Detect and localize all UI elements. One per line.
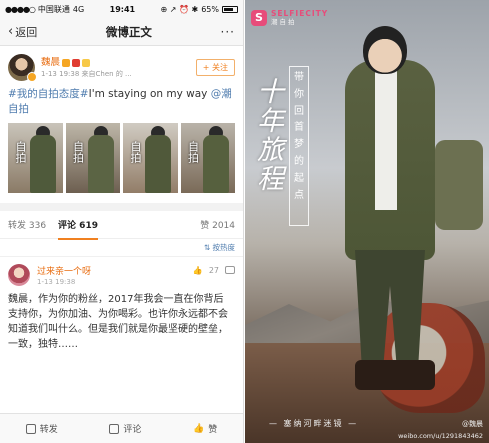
rusty-wreck (375, 303, 485, 413)
slogan-text: 带你回首梦的起点 (294, 72, 304, 201)
comment-button[interactable]: 评论 (109, 422, 141, 435)
thumbs-up-icon[interactable]: 👍 (193, 266, 203, 275)
comment-item: 过来亲一个呀 1-13 19:38 👍 27 魏晨，作为你的粉丝，2017年我会… (0, 257, 243, 354)
verified-icon (27, 72, 37, 82)
carrier-label: 中国联通 (37, 4, 70, 14)
network-label: 4G (72, 4, 85, 14)
repost-label: 转发 (39, 425, 58, 435)
tab-repost[interactable]: 转发 336 (8, 218, 46, 231)
share-icon (25, 423, 36, 434)
repost-button[interactable]: 转发 (25, 422, 58, 435)
comment-like-count: 27 (208, 265, 219, 275)
thumbs-up-icon: 👍 (192, 423, 205, 434)
poster-footer: — 塞纳河畔迷镜 — (269, 419, 359, 428)
commenter-avatar[interactable] (8, 263, 30, 286)
tab-like[interactable]: 赞 2014 (200, 218, 235, 231)
comment-actions: 👍 27 (193, 266, 235, 275)
weibo-url: weibo.com/u/1291843462 (398, 432, 483, 440)
thumbnail-caption: 自拍 (186, 140, 200, 163)
bottom-toolbar: 转发 评论 👍 赞 (0, 413, 243, 443)
crown-icon (82, 58, 91, 67)
comment-time: 1-13 19:38 (37, 277, 76, 286)
tab-comment[interactable]: 评论 619 (58, 218, 98, 240)
author-name[interactable]: 魏晨 (41, 57, 60, 68)
post-author-row: 魏晨 1-13 19:38 来自Chen 的 ... + 关注 (8, 54, 235, 82)
post-time: 1-13 19:38 (41, 69, 80, 78)
like-label: 赞 (208, 425, 218, 435)
thumbnail-caption: 自拍 (129, 140, 142, 163)
vip-icon (62, 58, 71, 67)
person-head (363, 26, 407, 74)
thumbnail-caption: 自拍 (14, 140, 27, 163)
back-button[interactable]: ‹ 返回 (8, 24, 37, 40)
weibo-phone-screenshot: ●●●●○ 中国联通 4G 19:41 ⊕ ↗ ⏰ ✱ 65% ‹ 返回 微博正… (0, 0, 244, 443)
page-title: 微博正文 (105, 24, 152, 39)
photo-thumbnail[interactable]: 自拍 (8, 122, 63, 193)
post-text: #我的自拍态度#I'm staying on my way @潮自拍 (8, 87, 235, 117)
thumbnail-caption: 自拍 (71, 140, 85, 163)
status-icons: ⊕ ↗ ⏰ ✱ (160, 4, 199, 14)
calligraphy-title: 十年旅程 (257, 77, 284, 196)
logo-s-icon: S (251, 10, 267, 26)
chevron-left-icon: ‹ (8, 24, 14, 39)
nav-bar: ‹ 返回 微博正文 ··· (0, 18, 243, 46)
photo-thumbnail[interactable]: 自拍 (65, 122, 120, 193)
weibo-watermark: @魏晨 (462, 420, 483, 428)
comment-label: 评论 (123, 425, 142, 435)
battery-icon (222, 5, 238, 13)
back-label: 返回 (15, 25, 38, 39)
battery-percent: 65% (201, 4, 219, 14)
signal-icon: ●●●●○ (5, 4, 36, 14)
reply-icon[interactable] (225, 266, 235, 275)
status-bar: ●●●●○ 中国联通 4G 19:41 ⊕ ↗ ⏰ ✱ 65% (0, 0, 243, 18)
more-button[interactable]: ··· (221, 25, 235, 39)
weibo-post: 魏晨 1-13 19:38 来自Chen 的 ... + 关注 #我的自拍态度#… (0, 46, 243, 193)
medal-icon (72, 58, 81, 67)
sort-by-hot-button[interactable]: ⇅ 按热度 (0, 239, 243, 257)
backpack (435, 140, 483, 230)
commenter-name[interactable]: 过来亲一个呀 (37, 264, 91, 277)
follow-button[interactable]: + 关注 (195, 59, 235, 76)
section-divider (0, 202, 243, 211)
photo-thumbnail[interactable]: 自拍 (180, 122, 235, 193)
comment-icon (109, 423, 120, 434)
photo-grid: 自拍 自拍 自拍 自拍 (8, 122, 235, 193)
interaction-tabs: 转发 336 评论 619 赞 2014 (0, 211, 243, 240)
post-source: 来自Chen 的 ... (81, 69, 132, 78)
like-button[interactable]: 👍 赞 (192, 422, 218, 436)
clock: 19:41 (109, 4, 136, 14)
logo-chinese: 潮自拍 (271, 17, 297, 26)
avatar[interactable] (8, 54, 37, 82)
hashtag-link[interactable]: #我的自拍态度# (8, 88, 89, 100)
post-body: I'm staying on my way (88, 88, 211, 100)
promo-poster-image: S SELFIECITY 潮自拍 十年旅程 带你回首梦的起点 — 塞纳河畔迷镜 … (245, 0, 489, 443)
photo-thumbnail[interactable]: 自拍 (123, 122, 178, 193)
selfiecity-logo: S SELFIECITY 潮自拍 (251, 10, 328, 26)
comment-text: 魏晨，作为你的粉丝，2017年我会一直在你背后支持你，为你加油、为你喝彩。也许你… (8, 293, 228, 350)
